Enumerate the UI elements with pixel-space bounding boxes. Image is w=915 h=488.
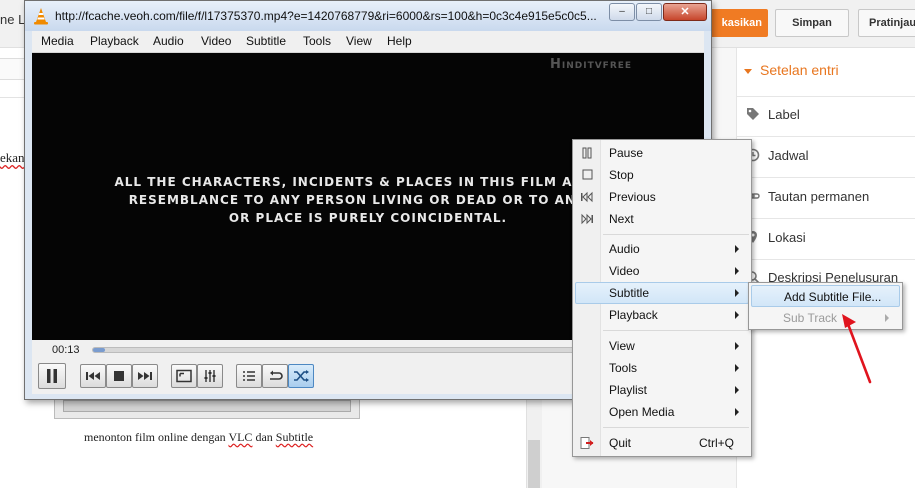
stop-icon xyxy=(582,169,593,180)
editor-scrollbar-thumb[interactable] xyxy=(528,440,540,488)
previous-icon xyxy=(86,372,100,380)
submenu-arrow-icon xyxy=(735,342,739,350)
post-settings-title[interactable]: Setelan entri xyxy=(744,62,839,78)
menu-tools[interactable]: Tools xyxy=(303,34,331,48)
vlc-menubar: Media Playback Audio Video Subtitle Tool… xyxy=(32,31,704,53)
submenu-arrow-icon xyxy=(735,245,739,253)
submenu-arrow-icon xyxy=(735,386,739,394)
extended-settings-button[interactable] xyxy=(197,364,223,388)
playlist-button[interactable] xyxy=(236,364,262,388)
previous-button[interactable] xyxy=(80,364,106,388)
equalizer-icon xyxy=(204,370,216,382)
next-icon xyxy=(138,372,152,380)
sidebar-item-permalink[interactable]: Tautan permanen xyxy=(746,189,869,204)
vlc-title-bar[interactable]: http://fcache.veoh.com/file/f/l17375370.… xyxy=(25,1,711,31)
maximize-button[interactable]: □ xyxy=(636,3,662,21)
menu-media[interactable]: Media xyxy=(41,34,74,48)
context-item-stop[interactable]: Stop xyxy=(575,164,749,186)
loop-icon xyxy=(270,370,283,380)
menu-help[interactable]: Help xyxy=(387,34,412,48)
menu-audio[interactable]: Audio xyxy=(153,34,184,48)
elapsed-time: 00:13 xyxy=(52,344,80,356)
quit-icon xyxy=(580,437,594,449)
annotation-arrow-icon xyxy=(842,314,872,384)
image-caption: menonton film online dengan VLC dan Subt… xyxy=(84,430,314,444)
seek-bar-fill xyxy=(93,348,106,352)
menu-view[interactable]: View xyxy=(346,34,372,48)
publish-button[interactable]: kasikan xyxy=(706,9,768,37)
context-item-open-media[interactable]: Open Media xyxy=(575,401,749,423)
shuffle-icon xyxy=(294,370,309,382)
menu-video[interactable]: Video xyxy=(201,34,231,48)
video-watermark: Hinditvfree xyxy=(550,57,633,72)
context-item-quit[interactable]: Quit Ctrl+Q xyxy=(575,432,749,454)
context-item-audio[interactable]: Audio xyxy=(575,238,749,260)
vlc-cone-icon xyxy=(34,8,48,25)
context-item-tools[interactable]: Tools xyxy=(575,357,749,379)
sidebar-item-location[interactable]: Lokasi xyxy=(746,230,806,245)
vlc-context-menu: Pause Stop Previous Next Audio Video Sub… xyxy=(572,139,752,457)
next-icon xyxy=(581,213,593,225)
collapse-triangle-icon xyxy=(744,68,752,74)
submenu-arrow-icon xyxy=(735,364,739,372)
sidebar-item-label[interactable]: Label xyxy=(746,107,800,122)
editor-body-fragment: ekan xyxy=(0,150,25,165)
pause-icon xyxy=(582,147,592,159)
submenu-arrow-icon xyxy=(735,311,739,319)
loop-button[interactable] xyxy=(262,364,288,388)
submenu-arrow-icon xyxy=(735,267,739,275)
quit-shortcut: Ctrl+Q xyxy=(699,436,735,450)
fullscreen-icon xyxy=(176,369,192,383)
tag-icon xyxy=(747,108,759,120)
context-item-video[interactable]: Video xyxy=(575,260,749,282)
context-item-view[interactable]: View xyxy=(575,335,749,357)
pause-icon xyxy=(47,369,57,383)
save-button[interactable]: Simpan xyxy=(775,9,849,37)
sidebar-item-schedule[interactable]: Jadwal xyxy=(746,148,808,163)
pause-button[interactable] xyxy=(38,363,66,389)
next-button[interactable] xyxy=(132,364,158,388)
fullscreen-button[interactable] xyxy=(171,364,197,388)
context-item-subtitle[interactable]: Subtitle xyxy=(575,282,749,304)
context-item-next[interactable]: Next xyxy=(575,208,749,230)
menu-subtitle[interactable]: Subtitle xyxy=(246,34,286,48)
vlc-window-title: http://fcache.veoh.com/file/f/l17375370.… xyxy=(55,9,597,23)
submenu-arrow-icon xyxy=(735,289,739,297)
menu-playback[interactable]: Playback xyxy=(90,34,139,48)
context-item-playback[interactable]: Playback xyxy=(575,304,749,326)
context-item-previous[interactable]: Previous xyxy=(575,186,749,208)
previous-icon xyxy=(581,191,593,203)
minimize-button[interactable]: – xyxy=(609,3,635,21)
submenu-arrow-icon xyxy=(735,408,739,416)
add-subtitle-file-item[interactable]: Add Subtitle File... xyxy=(751,285,900,307)
context-item-playlist[interactable]: Playlist xyxy=(575,379,749,401)
preview-button[interactable]: Pratinjau xyxy=(858,9,915,37)
playlist-icon xyxy=(243,371,255,381)
random-button[interactable] xyxy=(288,364,314,388)
stop-icon xyxy=(114,371,124,381)
stop-button[interactable] xyxy=(106,364,132,388)
close-button[interactable]: ✕ xyxy=(663,3,707,21)
context-item-pause[interactable]: Pause xyxy=(575,142,749,164)
